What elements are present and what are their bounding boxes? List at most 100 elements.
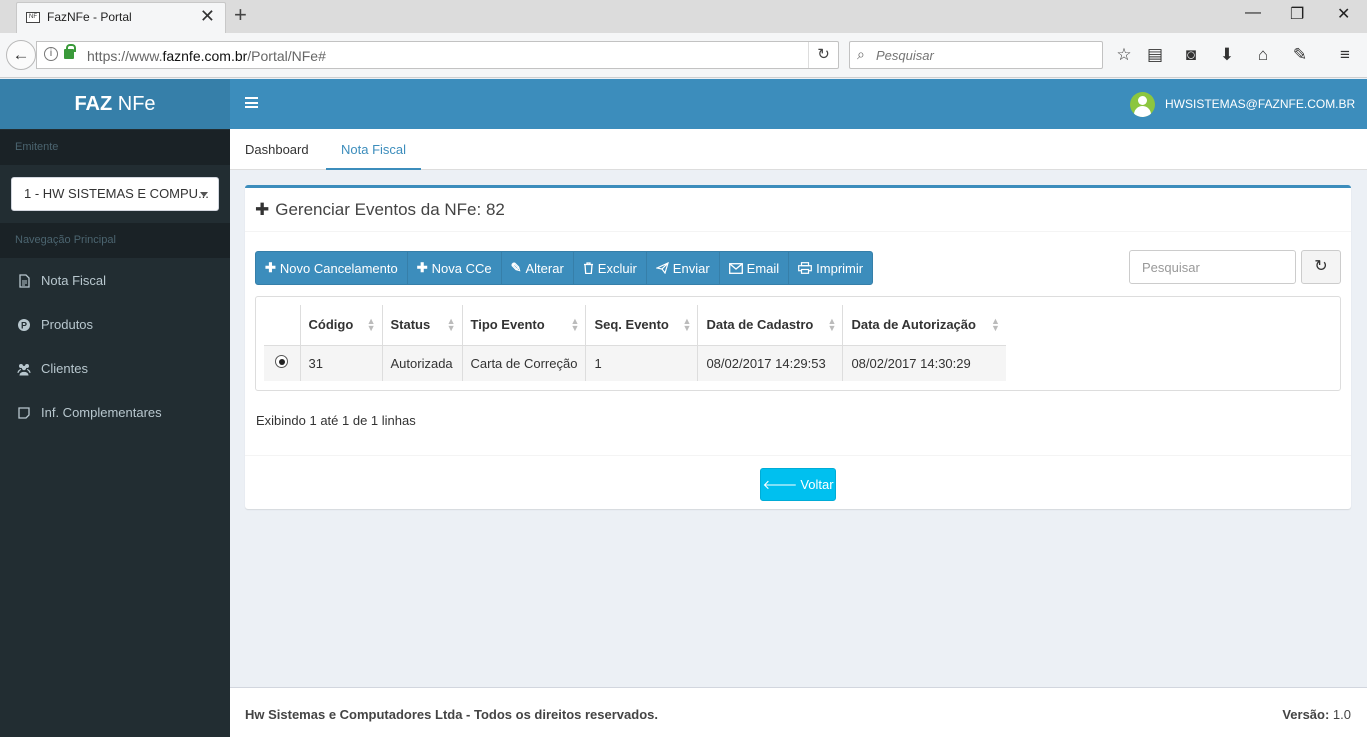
- emitente-header: Emitente: [0, 130, 230, 165]
- sidebar: FAZ NFe Emitente 1 - HW SISTEMAS E COMPU…: [0, 79, 230, 737]
- plus-icon: ✚: [416, 260, 428, 275]
- toolbar: ✚ Novo Cancelamento ✚ Nova CCe ✎ Alterar Ex…: [255, 251, 874, 285]
- cell-status: Autorizada: [381, 344, 462, 381]
- brand-logo[interactable]: FAZ NFe: [0, 79, 230, 129]
- home-icon[interactable]: ⌂: [1252, 45, 1274, 65]
- tab-nota-fiscal[interactable]: Nota Fiscal: [326, 129, 422, 170]
- cell-tipo-evento: Carta de Correção: [461, 344, 586, 381]
- cell-seq-evento: 1: [585, 344, 698, 381]
- url-bar[interactable]: i https://www.faznfe.com.br/Portal/NFe# …: [36, 41, 839, 69]
- envelope-icon: [728, 262, 743, 274]
- bookmark-star-icon[interactable]: ☆: [1113, 45, 1135, 65]
- new-tab-button[interactable]: +: [234, 2, 247, 28]
- top-header: HWSISTEMAS@FAZNFE.COM.BR: [230, 79, 1367, 129]
- eventos-box: ✚ Gerenciar Eventos da NFe: 82 ✚ Novo Canc…: [245, 185, 1351, 509]
- content-tabs: Dashboard Nota Fiscal: [230, 129, 1367, 170]
- favicon-icon: NF: [26, 12, 40, 23]
- excluir-button[interactable]: Excluir: [572, 251, 647, 285]
- lock-icon: [64, 44, 76, 59]
- row-radio-selected[interactable]: [275, 355, 289, 369]
- browser-tab[interactable]: NF FazNFe - Portal ✕: [16, 2, 226, 33]
- column-header-tipo-evento[interactable]: Tipo Evento ▲ ▼: [461, 305, 586, 345]
- column-header-data-autorizacao[interactable]: Data de Autorização ▲ ▼: [842, 305, 1006, 345]
- sidebar-item-inf-complementares[interactable]: Inf. Complementares: [0, 391, 230, 435]
- novo-cancelamento-button[interactable]: ✚ Novo Cancelamento: [255, 251, 408, 285]
- eventos-table: Código ▲ ▼ Status ▲ ▼ Tipo Evento ▲ ▼ Seq. Eve…: [264, 305, 1006, 381]
- url-text[interactable]: https://www.faznfe.com.br/Portal/NFe#: [87, 48, 326, 64]
- plus-icon: ✚: [255, 200, 270, 219]
- download-icon[interactable]: ⬇: [1216, 45, 1238, 65]
- plus-icon: ✚: [265, 260, 276, 275]
- trash-icon: [583, 262, 593, 274]
- imprimir-button[interactable]: Imprimir: [788, 251, 874, 285]
- cell-data-cadastro: 08/02/2017 14:29:53: [697, 344, 843, 381]
- sidebar-toggle-icon[interactable]: [245, 97, 258, 108]
- cell-data-autorizacao: 08/02/2017 14:30:29: [842, 344, 1006, 381]
- table-header-row: Código ▲ ▼ Status ▲ ▼ Tipo Evento ▲ ▼ Seq. Eve…: [264, 305, 1006, 345]
- print-icon: [798, 262, 813, 274]
- close-tab-icon[interactable]: ✕: [200, 6, 215, 27]
- row-select-cell[interactable]: [264, 344, 300, 381]
- pagination-info: Exibindo 1 até 1 de 1 linhas: [256, 413, 416, 428]
- pocket-icon[interactable]: ◙: [1180, 45, 1202, 65]
- browser-tabbar: NF FazNFe - Portal ✕ + — ❐ ✕: [0, 0, 1367, 33]
- sidebar-item-label: Produtos: [41, 317, 94, 332]
- voltar-button[interactable]: 🡐 Voltar: [760, 468, 836, 501]
- column-header-data-cadastro[interactable]: Data de Cadastro ▲ ▼: [697, 305, 843, 345]
- minimize-icon[interactable]: —: [1245, 4, 1261, 22]
- maximize-icon[interactable]: ❐: [1290, 4, 1304, 24]
- file-icon: [19, 274, 30, 288]
- sidebar-item-label: Inf. Complementares: [41, 405, 162, 420]
- back-button[interactable]: ←: [6, 40, 36, 70]
- nova-cce-button[interactable]: ✚ Nova CCe: [406, 251, 502, 285]
- refresh-button[interactable]: ↻: [1301, 250, 1341, 284]
- table-search-input[interactable]: [1129, 250, 1296, 284]
- pencil-icon: ✎: [510, 260, 522, 275]
- divider: [245, 231, 1351, 232]
- column-header-status[interactable]: Status ▲ ▼: [381, 305, 462, 345]
- sort-icon: ▲ ▼: [682, 316, 692, 333]
- email-button[interactable]: Email: [718, 251, 790, 285]
- page-title: ✚ Gerenciar Eventos da NFe: 82: [255, 200, 505, 219]
- reload-icon[interactable]: ↻: [808, 42, 838, 68]
- sidebar-item-clientes[interactable]: Clientes: [0, 347, 230, 391]
- menu-icon[interactable]: ≡: [1334, 45, 1356, 65]
- sort-icon: ▲ ▼: [446, 316, 456, 333]
- divider: [245, 455, 1351, 456]
- users-icon: [17, 364, 31, 376]
- sidebar-item-label: Clientes: [41, 361, 88, 376]
- search-icon: ⌕: [857, 46, 865, 62]
- eventos-table-container: Código ▲ ▼ Status ▲ ▼ Tipo Evento ▲ ▼ Seq. Eve…: [255, 296, 1341, 391]
- sidebar-item-produtos[interactable]: P Produtos: [0, 303, 230, 347]
- emitente-select[interactable]: 1 - HW SISTEMAS E COMPU...: [11, 177, 219, 211]
- enviar-button[interactable]: Enviar: [645, 251, 720, 285]
- page-footer: Hw Sistemas e Computadores Ltda - Todos …: [230, 687, 1367, 737]
- refresh-icon: ↻: [1314, 258, 1328, 275]
- cell-codigo: 31: [299, 344, 382, 381]
- emitente-selected-value: 1 - HW SISTEMAS E COMPU...: [24, 186, 209, 201]
- tab-dashboard[interactable]: Dashboard: [230, 129, 324, 170]
- column-header-seq-evento[interactable]: Seq. Evento ▲ ▼: [585, 305, 698, 345]
- sidebar-item-nota-fiscal[interactable]: Nota Fiscal: [0, 259, 230, 303]
- caret-down-icon: [200, 192, 208, 197]
- sort-icon: ▲ ▼: [991, 316, 1000, 333]
- alterar-button[interactable]: ✎ Alterar: [500, 251, 574, 285]
- table-row[interactable]: 31 Autorizada Carta de Correção 1 08/02/…: [264, 344, 1006, 381]
- column-header-codigo[interactable]: Código ▲ ▼: [299, 305, 382, 345]
- svg-text:P: P: [21, 321, 27, 331]
- tab-title: FazNFe - Portal: [47, 10, 132, 24]
- note-icon: [18, 407, 30, 419]
- sort-icon: ▲ ▼: [366, 316, 376, 333]
- avatar[interactable]: [1130, 92, 1155, 117]
- user-email[interactable]: HWSISTEMAS@FAZNFE.COM.BR: [1165, 97, 1355, 111]
- info-icon[interactable]: i: [44, 47, 58, 61]
- copyright-text: Hw Sistemas e Computadores Ltda - Todos …: [245, 707, 658, 722]
- nav-header: Navegação Principal: [0, 223, 230, 258]
- browser-search-input[interactable]: [876, 46, 1096, 64]
- reading-list-icon[interactable]: ▤: [1144, 45, 1166, 65]
- browser-search-bar[interactable]: ⌕: [849, 41, 1103, 69]
- close-window-icon[interactable]: ✕: [1337, 4, 1350, 24]
- version-text: Versão: 1.0: [1282, 707, 1351, 722]
- extension-icon[interactable]: ✎: [1289, 45, 1311, 65]
- select-column-header: [264, 305, 300, 345]
